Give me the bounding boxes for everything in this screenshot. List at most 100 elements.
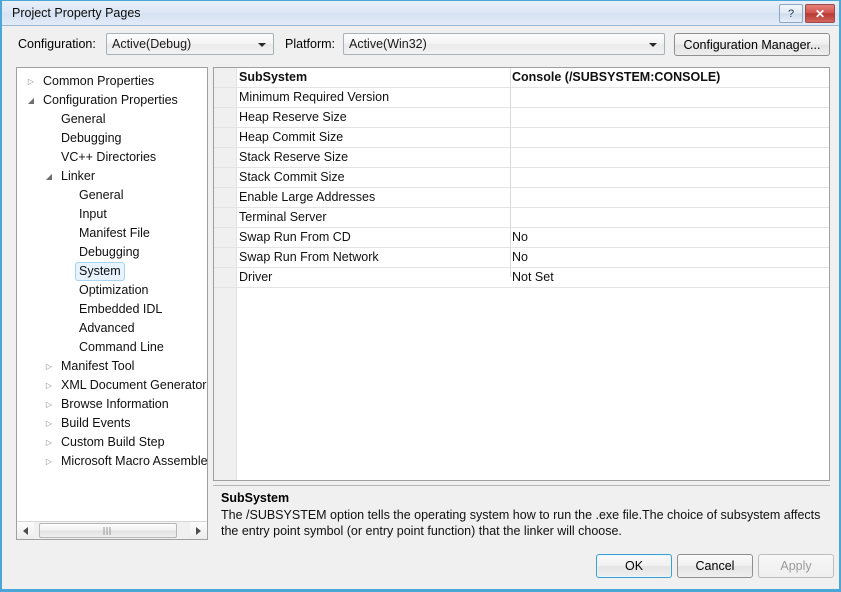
title-bar: Project Property Pages ? ✕ [2, 1, 839, 26]
tree-item-xml-document-generator[interactable]: ▷ XML Document Generator [17, 376, 207, 395]
platform-value: Active(Win32) [349, 37, 427, 51]
tree-item-label: Optimization [79, 283, 149, 297]
tree-item-command-line[interactable]: Command Line [17, 338, 207, 357]
tree-item-label: General [61, 112, 106, 126]
property-row[interactable]: Stack Reserve Size [214, 148, 829, 168]
property-row[interactable]: Heap Reserve Size [214, 108, 829, 128]
tree-item-label: Microsoft Macro Assembler [61, 454, 207, 468]
tree-item-browse-information[interactable]: ▷ Browse Information [17, 395, 207, 414]
chevron-right-icon[interactable]: ▷ [41, 357, 57, 376]
chevron-right-icon[interactable]: ▷ [41, 414, 57, 433]
property-name: Swap Run From CD [239, 230, 351, 244]
property-row[interactable]: Swap Run From Network No [214, 248, 829, 268]
tree-item-manifest-file[interactable]: Manifest File [17, 224, 207, 243]
property-row[interactable]: Minimum Required Version [214, 88, 829, 108]
tree-item-custom-build-step[interactable]: ▷ Custom Build Step [17, 433, 207, 452]
tree-item-input[interactable]: Input [17, 205, 207, 224]
property-row[interactable]: Enable Large Addresses [214, 188, 829, 208]
property-value[interactable]: Console (/SUBSYSTEM:CONSOLE) [512, 68, 825, 87]
description-body: The /SUBSYSTEM option tells the operatin… [221, 508, 821, 538]
configuration-value: Active(Debug) [112, 37, 192, 51]
chevron-right-icon[interactable]: ▷ [41, 433, 57, 452]
property-name: Heap Commit Size [239, 130, 344, 144]
property-value[interactable]: No [512, 228, 825, 247]
chevron-right-icon[interactable]: ▷ [23, 72, 39, 91]
property-row[interactable]: Stack Commit Size [214, 168, 829, 188]
ok-button[interactable]: OK [596, 554, 672, 578]
property-row[interactable]: SubSystem Console (/SUBSYSTEM:CONSOLE) [214, 68, 829, 88]
property-name: SubSystem [239, 70, 308, 84]
tree-item-vc-directories[interactable]: VC++ Directories [17, 148, 207, 167]
tree-horizontal-scrollbar[interactable] [17, 521, 207, 539]
property-name: Minimum Required Version [239, 90, 390, 104]
property-name: Stack Reserve Size [239, 150, 349, 164]
configuration-toolbar: Configuration: Active(Debug) Platform: A… [2, 26, 839, 66]
property-row[interactable]: Driver Not Set [214, 268, 829, 288]
scrollbar-thumb[interactable] [39, 523, 177, 538]
tree-item-label: General [79, 188, 124, 202]
tree-item-label: Manifest File [79, 226, 150, 240]
tree-item-build-events[interactable]: ▷ Build Events [17, 414, 207, 433]
chevron-right-icon[interactable]: ▷ [41, 452, 57, 471]
help-icon[interactable]: ? [779, 4, 803, 23]
chevron-down-icon[interactable]: ◢ [41, 167, 57, 186]
platform-label: Platform: [285, 37, 336, 51]
chevron-down-icon [649, 43, 657, 47]
scroll-left-icon[interactable] [17, 522, 34, 539]
property-value[interactable]: No [512, 248, 825, 267]
tree-item-advanced[interactable]: Advanced [17, 319, 207, 338]
property-value[interactable]: Not Set [512, 268, 825, 287]
property-grid-rows: SubSystem Console (/SUBSYSTEM:CONSOLE) Min… [214, 68, 829, 288]
platform-select[interactable]: Active(Win32) [343, 33, 665, 55]
tree-item-debugging[interactable]: Debugging [17, 129, 207, 148]
tree-item-label: Build Events [61, 416, 131, 430]
chevron-down-icon[interactable]: ◢ [23, 91, 39, 110]
property-name: Terminal Server [239, 210, 327, 224]
configuration-manager-button[interactable]: Configuration Manager... [674, 33, 830, 56]
tree-item-system[interactable]: System [17, 262, 207, 281]
property-row[interactable]: Heap Commit Size [214, 128, 829, 148]
description-title: SubSystem [221, 491, 290, 505]
tree-item-label: Command Line [79, 340, 164, 354]
cancel-button[interactable]: Cancel [677, 554, 753, 578]
grip-icon [103, 527, 113, 535]
tree-item-manifest-tool[interactable]: ▷ Manifest Tool [17, 357, 207, 376]
property-name: Enable Large Addresses [239, 190, 376, 204]
tree-item-optimization[interactable]: Optimization [17, 281, 207, 300]
scroll-right-icon[interactable] [190, 522, 207, 539]
chevron-down-icon [258, 43, 266, 47]
property-row[interactable]: Terminal Server [214, 208, 829, 228]
tree-item-debugging[interactable]: Debugging [17, 243, 207, 262]
tree-item-microsoft-macro-assembler[interactable]: ▷ Microsoft Macro Assembler [17, 452, 207, 471]
apply-button[interactable]: Apply [758, 554, 834, 578]
chevron-right-icon[interactable]: ▷ [41, 395, 57, 414]
tree-item-embedded-idl[interactable]: Embedded IDL [17, 300, 207, 319]
tree-item-common-properties[interactable]: ▷ Common Properties [17, 72, 207, 91]
property-tree[interactable]: ▷ Common Properties ◢ Configuration Propert… [17, 72, 207, 521]
configuration-select[interactable]: Active(Debug) [106, 33, 274, 55]
property-name: Driver [239, 270, 273, 284]
chevron-right-icon[interactable]: ▷ [41, 376, 57, 395]
tree-item-label: Advanced [79, 321, 135, 335]
tree-item-label: Linker [61, 169, 96, 183]
tree-item-general[interactable]: General [17, 110, 207, 129]
tree-item-label: Manifest Tool [61, 359, 135, 373]
close-icon[interactable]: ✕ [805, 4, 835, 23]
tree-item-configuration-properties[interactable]: ◢ Configuration Properties [17, 91, 207, 110]
tree-item-label: Embedded IDL [79, 302, 163, 316]
property-name: Heap Reserve Size [239, 110, 347, 124]
property-row[interactable]: Swap Run From CD No [214, 228, 829, 248]
tree-item-label: Browse Information [61, 397, 169, 411]
property-grid-panel: SubSystem Console (/SUBSYSTEM:CONSOLE) Min… [213, 67, 830, 481]
tree-item-label: Debugging [61, 131, 122, 145]
tree-item-linker[interactable]: ◢ Linker [17, 167, 207, 186]
tree-item-general[interactable]: General [17, 186, 207, 205]
